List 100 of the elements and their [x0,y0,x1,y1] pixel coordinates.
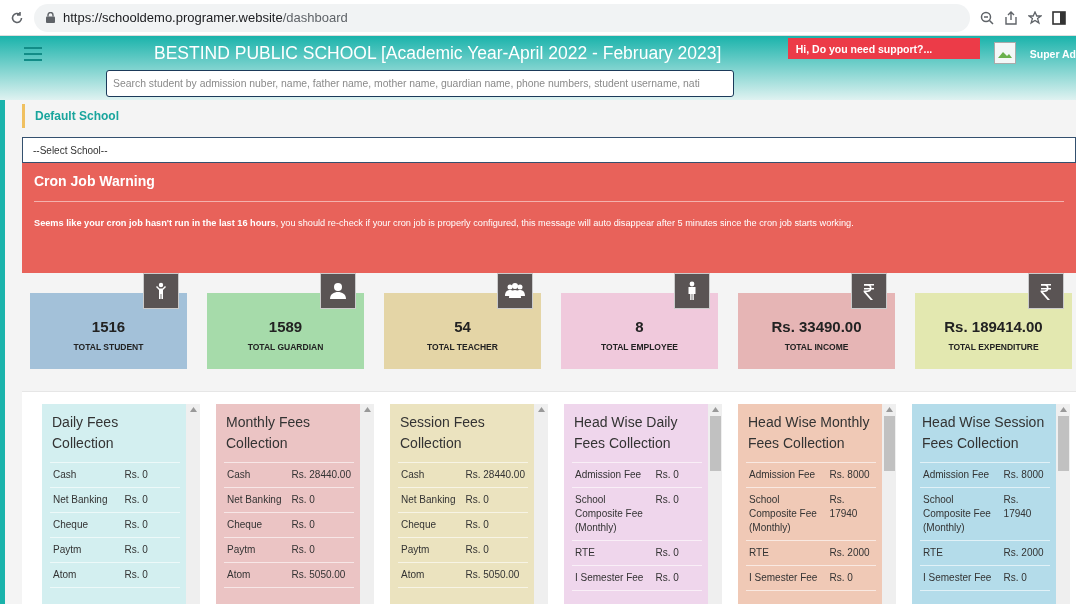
panel-title: Daily Fees Collection [50,412,180,463]
fee-amount: Rs. 17940 [1000,487,1050,541]
fee-amount: Rs. 5050.00 [462,562,528,588]
fee-amount: Rs. 28440.00 [462,463,528,488]
stat-value: Rs. 33490.00 [771,318,862,335]
stat-label: TOTAL GUARDIAN [247,342,324,352]
school-title: BESTIND PUBLIC SCHOOL [Academic Year-April 2022 - February 2023] [153,43,722,64]
fee-label: Admission Fee [920,463,1001,488]
support-chat-field[interactable]: Hi, Do you need support?... [787,38,980,59]
fee-label: Cheque [398,512,463,538]
panel-title: Head Wise Session Fees Collection [920,412,1050,463]
scroll-up-icon[interactable] [189,407,197,412]
scrollbar-thumb[interactable] [709,416,721,471]
scroll-up-icon[interactable] [711,407,719,412]
fee-amount: Rs. 0 [462,512,528,538]
fee-label: Admission Fee [572,463,653,488]
panel-title: Head Wise Monthly Fees Collection [746,412,876,463]
lock-icon [46,12,55,23]
fee-label: Atom [224,562,289,588]
sidebar-icon[interactable] [1052,10,1066,25]
school-label: Default School [22,104,1076,128]
fee-amount: Rs. 0 [288,537,354,563]
fee-amount: Rs. 0 [121,463,180,488]
fee-label: I Semester Fee [746,565,827,591]
fee-label: RTE [572,540,653,566]
reload-icon[interactable] [10,10,24,25]
menu-icon[interactable] [24,47,42,61]
fee-amount: Rs. 8000 [826,463,876,488]
scrollbar-thumb[interactable] [1057,416,1069,471]
fee-label: Cash [224,463,289,488]
warning-title: Cron Job Warning [34,173,1064,202]
fee-label: Cheque [224,512,289,538]
fee-label: Net Banking [50,487,122,513]
stat-value: 54 [454,318,471,335]
fee-amount: Rs. 28440.00 [288,463,354,488]
fee-label: School Composite Fee (Monthly) [920,487,1001,541]
rupee-icon [851,273,887,309]
fee-label: Atom [50,562,122,588]
warning-message: Seems like your cron job hasn't run in the last 16 hours, you should re-check if your cron job is properly configured, this message will auto disappear after 5 minutes since the cron job starts working. [34,218,855,228]
rupee-icon [1028,273,1064,309]
url-text: https://schooldemo.programer.website/dashboard [63,10,348,25]
fee-label: Paytm [398,537,463,563]
fee-label: RTE [920,540,1001,566]
fee-amount: Rs. 5050.00 [288,562,354,588]
share-icon[interactable] [1004,10,1018,25]
stat-value: 8 [635,318,644,335]
scroll-up-icon[interactable] [537,407,545,412]
star-icon[interactable] [1028,10,1042,25]
fee-amount: Rs. 2000 [826,540,876,566]
stat-value: 1589 [268,318,303,335]
fee-amount: Rs. 0 [652,487,702,541]
panel-title: Monthly Fees Collection [224,412,354,463]
fee-label: School Composite Fee (Monthly) [572,487,653,541]
stat-label: TOTAL EXPENDITURE [948,342,1039,352]
person-icon [674,273,710,309]
scrollbar-thumb[interactable] [883,416,895,471]
broken-image-icon [993,42,1016,64]
stat-label: TOTAL INCOME [784,342,849,352]
user-icon [320,273,356,309]
fee-label: Admission Fee [746,463,827,488]
fee-amount: Rs. 2000 [1000,540,1050,566]
panel-title: Head Wise Daily Fees Collection [572,412,702,463]
fee-label: Paytm [50,537,122,563]
address-bar[interactable]: https://schooldemo.programer.website/dashboard [34,3,970,32]
fee-amount: Rs. 0 [462,537,528,563]
panel-title: Session Fees Collection [398,412,528,463]
fee-amount: Rs. 0 [826,565,876,591]
fee-label: Cash [50,463,122,488]
fee-label: Net Banking [398,487,463,513]
stat-label: TOTAL EMPLOYEE [601,342,678,352]
zoom-icon[interactable] [980,10,994,25]
fee-label: Paytm [224,537,289,563]
fee-amount: Rs. 0 [121,537,180,563]
fee-label: Net Banking [224,487,289,513]
fee-amount: Rs. 0 [288,487,354,513]
child-icon [143,273,179,309]
scroll-up-icon[interactable] [363,407,371,412]
fee-amount: Rs. 0 [652,565,702,591]
fee-amount: Rs. 8000 [1000,463,1050,488]
fee-label: Atom [398,562,463,588]
fee-amount: Rs. 17940 [826,487,876,541]
fee-amount: Rs. 0 [288,512,354,538]
fee-amount: Rs. 0 [652,463,702,488]
fee-label: Cheque [50,512,122,538]
fee-label: RTE [746,540,827,566]
stat-value: 1516 [91,318,126,335]
scroll-up-icon[interactable] [885,407,893,412]
fee-label: Cash [398,463,463,488]
fee-label: I Semester Fee [920,565,1001,591]
search-field[interactable]: Search student by admission nuber, name, father name, mother name, guardian name, phone numbers, student username, nati [106,70,734,97]
fee-amount: Rs. 0 [121,562,180,588]
stat-label: TOTAL TEACHER [427,342,498,352]
scroll-up-icon[interactable] [1059,407,1067,412]
stat-label: TOTAL STUDENT [73,342,144,352]
fee-amount: Rs. 0 [462,487,528,513]
fee-label: School Composite Fee (Monthly) [746,487,827,541]
fee-amount: Rs. 0 [121,487,180,513]
fee-amount: Rs. 0 [121,512,180,538]
school-select[interactable]: --Select School-- [22,137,1076,163]
fee-amount: Rs. 0 [652,540,702,566]
